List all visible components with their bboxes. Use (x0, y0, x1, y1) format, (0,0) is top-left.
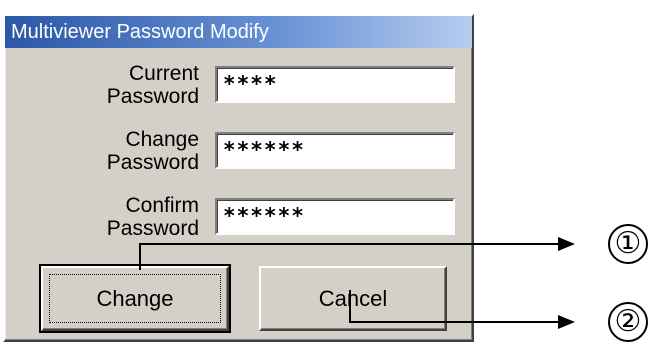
callout-number-1: ① (608, 224, 648, 264)
callout-arrows (139, 237, 575, 329)
callout-number-2: ② (608, 302, 648, 342)
callout-line-2 (349, 290, 560, 323)
callout-arrowhead-2 (558, 315, 575, 329)
callout-arrowhead-1 (558, 237, 575, 251)
callout-line-1 (139, 243, 560, 270)
